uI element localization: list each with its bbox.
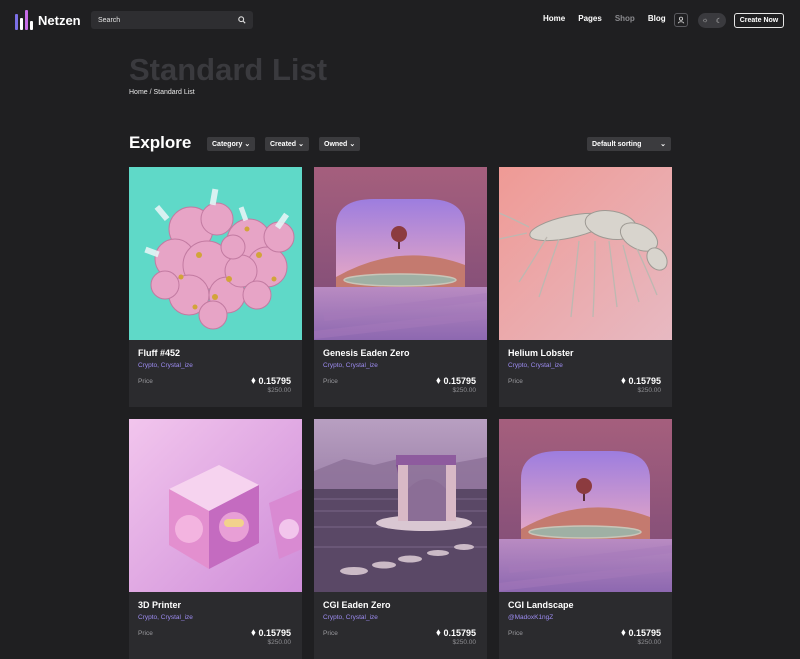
price-label: Price: [138, 630, 153, 637]
create-now-button[interactable]: Create Now: [734, 13, 784, 28]
price-label: Price: [138, 378, 153, 385]
price-usd: $250.00: [637, 387, 662, 394]
sort-label: Default sorting: [592, 140, 642, 148]
price-eth: ⬧ 0.15795: [621, 375, 661, 386]
price-eth: ⬧ 0.15795: [436, 375, 476, 386]
ethereum-icon: ⬧: [621, 627, 626, 637]
chevron-down-icon: ⌄: [349, 141, 356, 148]
ethereum-icon: ⬧: [621, 375, 626, 385]
ethereum-icon: ⬧: [436, 375, 441, 385]
sort-select[interactable]: Default sorting ⌄: [587, 137, 671, 151]
filter-created[interactable]: Created ⌄: [265, 137, 309, 151]
card-tags[interactable]: @MadoxK1ngZ: [508, 614, 553, 621]
filter-created-label: Created: [270, 140, 297, 148]
card-title[interactable]: Fluff #452: [138, 348, 180, 358]
price-usd: $250.00: [452, 639, 477, 646]
sun-icon: ☼: [701, 17, 709, 24]
user-icon: [677, 16, 685, 24]
nft-card[interactable]: Helium Lobster Crypto, Crystal_ize Price…: [499, 167, 672, 407]
nft-image-3d-printer[interactable]: [129, 419, 302, 592]
price-usd: $250.00: [637, 639, 662, 646]
main-menu: Home Pages Shop Blog: [543, 14, 666, 23]
ethereum-icon: ⬧: [436, 627, 441, 637]
brand-name: Netzen: [38, 12, 81, 28]
nft-image-genesis[interactable]: [314, 167, 487, 340]
nft-card[interactable]: Fluff #452 Crypto, Crystal_ize Price ⬧ 0.…: [129, 167, 302, 407]
search-icon[interactable]: [238, 16, 246, 24]
card-title[interactable]: Helium Lobster: [508, 348, 574, 358]
card-title[interactable]: Genesis Eaden Zero: [323, 348, 410, 358]
price-label: Price: [323, 378, 338, 385]
price-eth-value: 0.15795: [628, 627, 661, 638]
price-usd: $250.00: [452, 387, 477, 394]
chevron-down-icon: ⌄: [298, 141, 304, 148]
nft-card[interactable]: CGI Landscape @MadoxK1ngZ Price ⬧ 0.15795…: [499, 419, 672, 659]
search-placeholder: Search: [98, 16, 121, 24]
ethereum-icon: ⬧: [251, 375, 256, 385]
price-usd: $250.00: [267, 639, 292, 646]
menu-item-pages[interactable]: Pages: [578, 14, 602, 23]
logo-icon: [15, 10, 33, 30]
price-eth-value: 0.15795: [258, 627, 291, 638]
chevron-down-icon: ⌄: [660, 141, 666, 148]
filter-category[interactable]: Category ⌄: [207, 137, 256, 151]
page-hero-title: Standard List: [129, 52, 328, 87]
menu-item-home[interactable]: Home: [543, 14, 565, 23]
menu-item-shop[interactable]: Shop: [615, 14, 635, 23]
nft-card[interactable]: Genesis Eaden Zero Crypto, Crystal_ize P…: [314, 167, 487, 407]
top-nav: Netzen Search Home Pages Shop Blog ☼ ☾ C…: [0, 0, 800, 41]
card-tags[interactable]: Crypto, Crystal_ize: [138, 362, 193, 369]
nft-card[interactable]: 3D Printer Crypto, Crystal_ize Price ⬧ 0.…: [129, 419, 302, 659]
card-tags[interactable]: Crypto, Crystal_ize: [323, 614, 378, 621]
nft-card[interactable]: CGI Eaden Zero Crypto, Crystal_ize Price…: [314, 419, 487, 659]
filter-owned-label: Owned: [324, 140, 348, 148]
price-label: Price: [508, 378, 523, 385]
card-tags[interactable]: Crypto, Crystal_ize: [323, 362, 378, 369]
price-label: Price: [323, 630, 338, 637]
price-eth-value: 0.15795: [258, 375, 291, 386]
nft-image-cgi-eaden[interactable]: [314, 419, 487, 592]
filter-category-label: Category: [212, 140, 243, 148]
price-eth-value: 0.15795: [443, 627, 476, 638]
ethereum-icon: ⬧: [251, 627, 256, 637]
card-title[interactable]: CGI Eaden Zero: [323, 600, 391, 610]
price-eth-value: 0.15795: [443, 375, 476, 386]
price-eth: ⬧ 0.15795: [436, 627, 476, 638]
card-tags[interactable]: Crypto, Crystal_ize: [508, 362, 563, 369]
price-eth-value: 0.15795: [628, 375, 661, 386]
card-title[interactable]: 3D Printer: [138, 600, 181, 610]
price-eth: ⬧ 0.15795: [251, 627, 291, 638]
theme-toggle[interactable]: ☼ ☾: [698, 13, 726, 28]
logo[interactable]: Netzen: [15, 10, 81, 30]
card-tags[interactable]: Crypto, Crystal_ize: [138, 614, 193, 621]
explore-heading: Explore: [129, 133, 192, 152]
nft-image-fluff[interactable]: [129, 167, 302, 340]
filter-owned[interactable]: Owned ⌄: [319, 137, 361, 151]
nft-image-lobster[interactable]: [499, 167, 672, 340]
card-title[interactable]: CGI Landscape: [508, 600, 574, 610]
user-account-button[interactable]: [674, 13, 688, 27]
price-usd: $250.00: [267, 387, 292, 394]
price-eth: ⬧ 0.15795: [621, 627, 661, 638]
search-input[interactable]: Search: [91, 11, 253, 29]
price-eth: ⬧ 0.15795: [251, 375, 291, 386]
menu-item-blog[interactable]: Blog: [648, 14, 666, 23]
breadcrumb[interactable]: Home / Standard List: [129, 89, 195, 96]
nft-image-cgi-landscape[interactable]: [499, 419, 672, 592]
moon-icon: ☾: [715, 17, 723, 25]
price-label: Price: [508, 630, 523, 637]
chevron-down-icon: ⌄: [244, 141, 251, 148]
